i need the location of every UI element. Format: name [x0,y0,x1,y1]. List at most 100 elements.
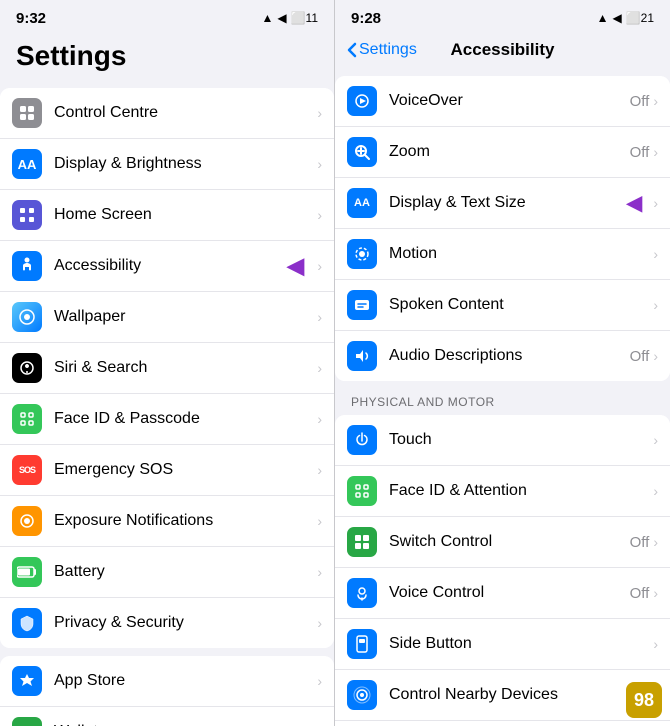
settings-item-wallet[interactable]: Wallet › [0,707,334,726]
zoom-icon [347,137,377,167]
settings-item-emergency-sos[interactable]: SOS Emergency SOS › [0,445,334,496]
voiceover-label: VoiceOver [389,92,630,110]
audio-descriptions-chevron: › [653,348,658,364]
face-id-passcode-icon [12,404,42,434]
app-store-icon [12,666,42,696]
side-button-chevron: › [653,636,658,652]
voiceover-value: Off [630,93,650,110]
settings-item-app-store[interactable]: App Store › [0,656,334,707]
nav-bar: Settings Accessibility [335,36,670,68]
siri-icon [12,353,42,383]
acc-item-touch[interactable]: Touch › [335,415,670,466]
watermark: 98 [626,682,662,718]
home-screen-icon [12,200,42,230]
emergency-sos-icon: SOS [12,455,42,485]
control-nearby-devices-icon [347,680,377,710]
spoken-content-icon [347,290,377,320]
spoken-content-label: Spoken Content [389,296,653,314]
touch-icon [347,425,377,455]
battery-label: Battery [54,563,313,581]
signal-icon: ▲ [261,11,273,25]
settings-section-1: Control Centre › AA Display & Brightness… [0,88,334,648]
wallpaper-label: Wallpaper [54,308,313,326]
privacy-security-icon [12,608,42,638]
battery-chevron: › [317,564,322,580]
control-centre-label: Control Centre [54,104,313,122]
settings-section-2: App Store › Wallet › [0,656,334,726]
settings-item-home-screen[interactable]: Home Screen › [0,190,334,241]
switch-control-icon [347,527,377,557]
left-panel: 9:32 ▲ ◀ ⬜11 Settings Control Centre › A… [0,0,335,726]
side-button-icon [347,629,377,659]
acc-item-apple-tv-remote[interactable]: Apple TV Remote › [335,721,670,726]
battery-settings-icon [12,557,42,587]
left-status-bar: 9:32 ▲ ◀ ⬜11 [0,0,334,36]
right-panel: 9:28 ▲ ◀ ⬜21 Settings Accessibility Voic… [335,0,670,726]
acc-item-display-text-size[interactable]: AA Display & Text Size › ◀ [335,178,670,229]
switch-control-chevron: › [653,534,658,550]
acc-item-zoom[interactable]: Zoom Off › [335,127,670,178]
left-title-bar: Settings [0,36,334,80]
siri-search-chevron: › [317,360,322,376]
acc-item-switch-control[interactable]: Switch Control Off › [335,517,670,568]
side-button-label: Side Button [389,635,653,653]
wallpaper-chevron: › [317,309,322,325]
acc-item-control-nearby-devices[interactable]: Control Nearby Devices › [335,670,670,721]
voiceover-chevron: › [653,93,658,109]
control-centre-chevron: › [317,105,322,121]
wallet-icon [12,717,42,726]
display-text-size-chevron: › [653,195,658,211]
settings-item-accessibility[interactable]: Accessibility › ◀ [0,241,334,292]
settings-item-exposure-notifications[interactable]: Exposure Notifications › [0,496,334,547]
settings-item-display-brightness[interactable]: AA Display & Brightness › [0,139,334,190]
acc-item-voice-control[interactable]: Voice Control Off › [335,568,670,619]
accessibility-page-title: Accessibility [451,40,555,60]
display-text-size-icon: AA [347,188,377,218]
accessibility-label: Accessibility [54,257,313,275]
wallpaper-icon [12,302,42,332]
audio-descriptions-label: Audio Descriptions [389,347,630,365]
acc-item-motion[interactable]: Motion › [335,229,670,280]
acc-item-spoken-content[interactable]: Spoken Content › [335,280,670,331]
settings-item-wallpaper[interactable]: Wallpaper › [0,292,334,343]
control-nearby-devices-label: Control Nearby Devices [389,686,653,704]
exposure-notifications-label: Exposure Notifications [54,512,313,530]
emergency-sos-label: Emergency SOS [54,461,313,479]
settings-item-privacy-security[interactable]: Privacy & Security › [0,598,334,648]
settings-item-siri-search[interactable]: Siri & Search › [0,343,334,394]
right-status-icons: ▲ ◀ ⬜21 [597,11,654,25]
settings-item-battery[interactable]: Battery › [0,547,334,598]
display-text-size-label: Display & Text Size [389,194,653,212]
switch-control-label: Switch Control [389,533,630,551]
motion-chevron: › [653,246,658,262]
physical-motor-section: Touch › Face ID & Attention › Switch Con… [335,415,670,726]
voice-control-value: Off [630,585,650,602]
display-brightness-chevron: › [317,156,322,172]
touch-label: Touch [389,431,653,449]
siri-search-label: Siri & Search [54,359,313,377]
settings-item-control-centre[interactable]: Control Centre › [0,88,334,139]
acc-item-face-id-attention[interactable]: Face ID & Attention › [335,466,670,517]
wifi-icon: ◀ [277,11,286,25]
home-screen-chevron: › [317,207,322,223]
face-id-passcode-chevron: › [317,411,322,427]
face-id-passcode-label: Face ID & Passcode [54,410,313,428]
nav-back-button[interactable]: Settings [347,41,417,59]
voice-control-icon [347,578,377,608]
settings-title: Settings [16,40,318,72]
right-signal-icon: ▲ [597,11,609,25]
nav-back-label: Settings [359,41,417,59]
home-screen-label: Home Screen [54,206,313,224]
battery-icon: ⬜11 [291,11,318,25]
settings-item-face-id-passcode[interactable]: Face ID & Passcode › [0,394,334,445]
face-id-attention-chevron: › [653,483,658,499]
acc-item-voiceover[interactable]: VoiceOver Off › [335,76,670,127]
settings-list[interactable]: Control Centre › AA Display & Brightness… [0,80,334,726]
control-centre-icon [12,98,42,128]
acc-item-audio-descriptions[interactable]: Audio Descriptions Off › [335,331,670,381]
left-time: 9:32 [16,10,46,27]
voice-control-chevron: › [653,585,658,601]
touch-chevron: › [653,432,658,448]
accessibility-list[interactable]: VoiceOver Off › Zoom Off › AA Display & … [335,68,670,726]
acc-item-side-button[interactable]: Side Button › [335,619,670,670]
